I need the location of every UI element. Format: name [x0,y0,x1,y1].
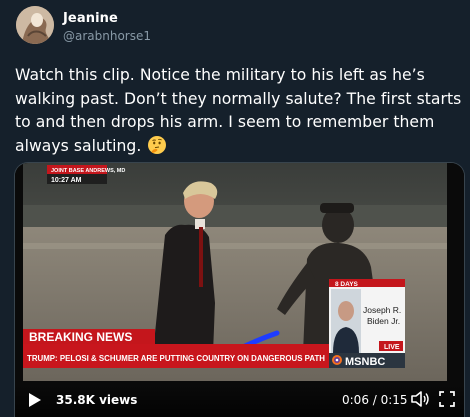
peacock-icon [332,355,342,365]
video-player[interactable]: JOINT BASE ANDREWS, MD 10:27 AM 8 DAYS J… [14,162,465,417]
playback-time: 0:06 / 0:15 [342,393,408,407]
volume-icon[interactable] [410,390,430,412]
headline: TRUMP: PELOSI & SCHUMER ARE PUTTING COUN… [27,353,325,363]
tweet-text-body: Watch this clip. Notice the military to … [15,66,462,155]
thinking-face-icon [148,135,167,154]
breaking-news-label: BREAKING NEWS [29,330,132,344]
overlay-time: 10:27 AM [51,177,82,184]
play-icon[interactable] [29,393,41,407]
fullscreen-icon[interactable] [439,391,455,411]
avatar[interactable] [16,6,54,44]
live-label: LIVE [384,344,400,351]
video-controls: 35.8K views 0:06 / 0:15 [15,385,464,417]
overlay-location: JOINT BASE ANDREWS, MD [51,168,125,174]
network-logo: MSNBC [345,356,385,368]
author-handle[interactable]: @arabnhorse1 [63,29,151,43]
view-count: 35.8K views [56,393,138,407]
inset-name-line-2: Biden Jr. [367,316,400,326]
tweet-card[interactable]: Jeanine @arabnhorse1 Watch this clip. No… [0,0,470,417]
countdown-label: 8 DAYS [335,281,359,288]
video-frame: JOINT BASE ANDREWS, MD 10:27 AM 8 DAYS J… [15,163,464,417]
inset-name-line-1: Joseph R. [363,305,401,315]
tweet-text: Watch this clip. Notice the military to … [15,64,467,158]
author-name[interactable]: Jeanine [63,11,118,26]
